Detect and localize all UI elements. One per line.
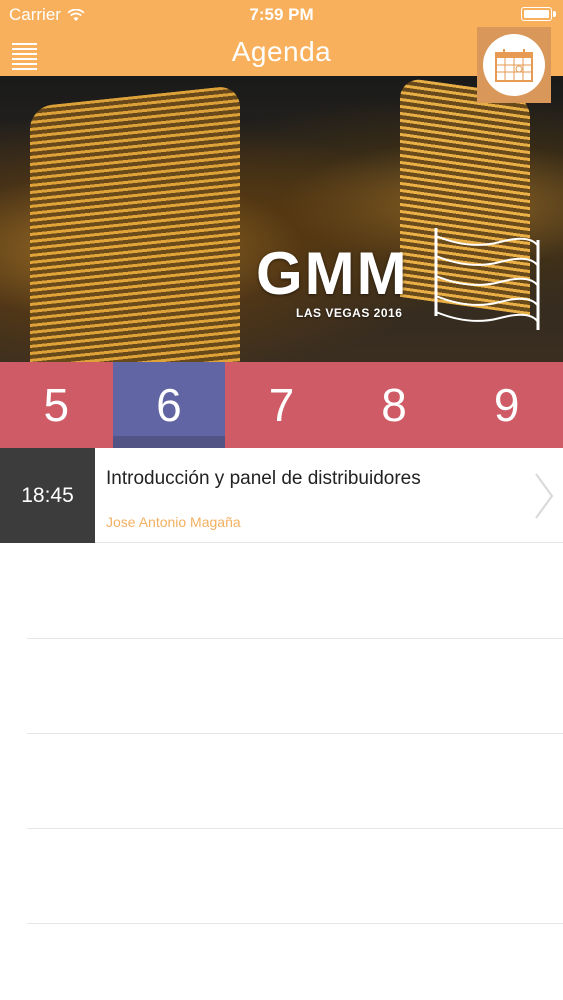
flag-icon bbox=[434, 228, 540, 330]
calendar-icon bbox=[495, 49, 533, 82]
hotel-tower-left bbox=[30, 84, 240, 362]
day-tab-5[interactable]: 5 bbox=[0, 362, 113, 448]
day-selector: 5 6 7 8 9 bbox=[0, 362, 563, 448]
chevron-right-icon bbox=[535, 473, 554, 519]
session-speaker: Jose Antonio Magaña bbox=[106, 514, 241, 530]
day-tab-6[interactable]: 6 bbox=[112, 362, 226, 448]
list-separator bbox=[27, 828, 563, 829]
day-tab-8[interactable]: 8 bbox=[338, 362, 451, 448]
event-brand: GMM bbox=[256, 240, 409, 307]
list-separator bbox=[27, 923, 563, 924]
hero-banner: GMM LAS VEGAS 2016 bbox=[0, 76, 563, 362]
list-separator bbox=[27, 733, 563, 734]
battery-icon bbox=[521, 7, 556, 21]
agenda-list: 18:45 Introducción y panel de distribuid… bbox=[0, 448, 563, 543]
session-title: Introducción y panel de distribuidores bbox=[106, 468, 421, 489]
clock: 7:59 PM bbox=[249, 5, 314, 24]
day-tab-7[interactable]: 7 bbox=[225, 362, 338, 448]
session-row[interactable]: 18:45 Introducción y panel de distribuid… bbox=[0, 448, 563, 543]
calendar-button[interactable] bbox=[477, 27, 551, 103]
list-separator bbox=[27, 638, 563, 639]
session-time: 18:45 bbox=[0, 448, 95, 543]
event-logo: GMM LAS VEGAS 2016 bbox=[256, 240, 409, 321]
day-tab-9[interactable]: 9 bbox=[450, 362, 563, 448]
event-subtitle: LAS VEGAS 2016 bbox=[296, 306, 403, 320]
status-bar: Carrier 7:59 PM bbox=[0, 0, 563, 30]
